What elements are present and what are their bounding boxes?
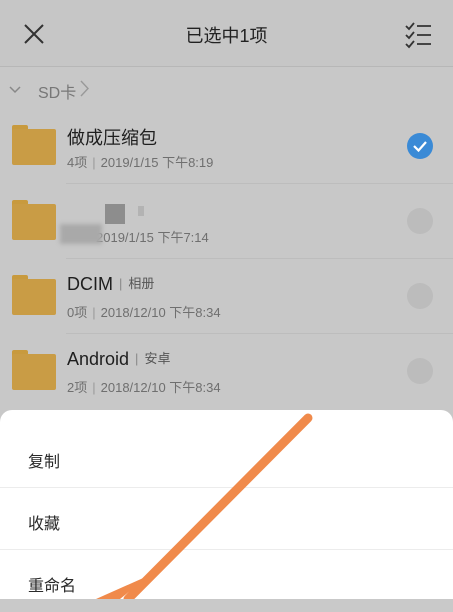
checkbox[interactable] (407, 358, 433, 384)
menu-item-copy[interactable]: 复制 (0, 426, 453, 488)
menu-item-label: 重命名 (28, 578, 77, 595)
item-date: 2018/12/10 下午8:34 (100, 380, 221, 395)
checklist-icon[interactable] (403, 19, 433, 49)
checkbox-checked[interactable] (407, 133, 433, 159)
item-count: 4项 (67, 155, 88, 170)
page-title: 已选中1项 (185, 26, 268, 46)
header: 已选中1项 (0, 0, 453, 67)
folder-icon (12, 200, 56, 240)
list-item[interactable]: Android | 安卓 2项 | 2018/12/10 下午8:34 (0, 336, 453, 409)
item-count: 0项 (67, 305, 88, 320)
chevron-down-icon (9, 86, 21, 94)
breadcrumb[interactable]: SD卡 (0, 67, 453, 111)
list-item[interactable]: 做成压缩包 4项 | 2019/1/15 下午8:19 (0, 111, 453, 184)
folder-icon (12, 125, 56, 165)
action-sheet: 复制 收藏 重命名 (0, 410, 453, 599)
list-item[interactable]: DCIM | 相册 0项 | 2018/12/10 下午8:34 (0, 261, 453, 334)
item-count: 2项 (67, 380, 88, 395)
item-date: 2018/12/10 下午8:34 (100, 305, 221, 320)
item-tag: 安卓 (144, 351, 171, 366)
redaction-mask (60, 224, 102, 244)
list-item[interactable]: 2019/1/15 下午7:14 (0, 186, 453, 259)
menu-item-label: 复制 (28, 454, 61, 471)
item-date: 2019/1/15 下午8:19 (100, 155, 214, 170)
menu-item-rename[interactable]: 重命名 (0, 550, 453, 612)
menu-item-label: 收藏 (28, 516, 61, 533)
item-date: 2019/1/15 下午7:14 (96, 230, 209, 245)
chevron-right-icon (80, 80, 89, 97)
folder-icon (12, 275, 56, 315)
breadcrumb-label[interactable]: SD卡 (38, 79, 76, 103)
redaction-mask (105, 204, 125, 224)
checkbox[interactable] (407, 283, 433, 309)
redaction-mask (138, 206, 144, 216)
menu-item-favorite[interactable]: 收藏 (0, 488, 453, 550)
item-tag: 相册 (128, 276, 155, 291)
checkbox[interactable] (407, 208, 433, 234)
check-icon (413, 141, 427, 153)
item-name: Android (67, 349, 130, 369)
item-name: 做成压缩包 (67, 128, 157, 148)
item-name: DCIM (67, 274, 113, 294)
folder-icon (12, 350, 56, 390)
file-manager-screen: 已选中1项 SD卡 做成压缩包 4项 | 2019/1/15 下午8:19 20… (0, 0, 453, 599)
